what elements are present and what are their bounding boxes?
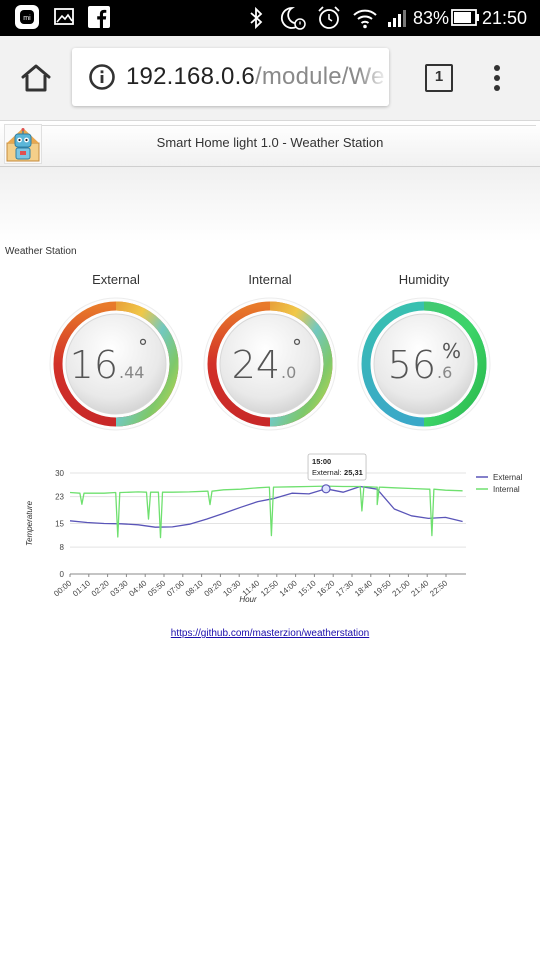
bluetooth-icon <box>250 6 263 30</box>
y-tick-label: 15 <box>55 520 64 529</box>
url-fade <box>359 48 389 106</box>
x-tick-label: 22:50 <box>428 578 450 598</box>
battery-percent: 83% <box>413 8 450 28</box>
temperature-chart[interactable]: 0 8 15 23 30 00:0001:1002:2003:3004:4005:5007… <box>20 448 530 618</box>
x-tick-label: 16:20 <box>315 578 337 598</box>
github-link[interactable]: https://github.com/masterzion/weathersta… <box>0 628 540 639</box>
x-tick-label: 03:30 <box>109 578 131 598</box>
gauge-title-humidity: Humidity <box>398 272 450 287</box>
external-gauge-whole: 16 <box>70 343 118 387</box>
humidity-gauge-fraction: .6 <box>437 363 452 382</box>
overflow-menu-icon[interactable] <box>490 62 504 94</box>
tooltip-value: 25,31 <box>344 468 363 477</box>
mi-app-icon: mi <box>15 5 39 29</box>
x-tick-label: 14:00 <box>278 578 300 598</box>
info-icon[interactable] <box>88 63 116 91</box>
wifi-icon <box>353 9 377 29</box>
x-tick-label: 21:40 <box>409 578 431 598</box>
series-line-internal <box>69 485 463 539</box>
alarm-clock-icon <box>318 6 340 29</box>
facebook-icon <box>88 6 110 28</box>
x-tick-label: 00:00 <box>52 578 74 598</box>
address-bar[interactable]: 192.168.0.6/module/We <box>72 48 389 106</box>
internal-gauge-whole: 24 <box>232 343 280 387</box>
x-tick-label: 21:00 <box>391 578 413 598</box>
battery-icon <box>451 9 479 26</box>
external-gauge-unit: ° <box>138 335 148 359</box>
svg-text:mi: mi <box>23 15 31 22</box>
header-banner <box>0 167 540 242</box>
y-tick-label: 23 <box>55 493 64 502</box>
x-axis-title: Hour <box>239 595 257 604</box>
x-tick-label: 01:10 <box>71 578 93 598</box>
gauge-title-external: External <box>92 272 140 287</box>
tooltip-point-marker <box>321 484 331 494</box>
status-bar: mi 83% 21:50 <box>0 0 540 36</box>
humidity-gauge: 56 .6 % <box>357 297 491 431</box>
humidity-gauge-whole: 56 <box>388 343 436 387</box>
gallery-icon <box>54 8 74 25</box>
tab-switcher-button[interactable]: 1 <box>425 64 453 92</box>
x-tick-label: 09:20 <box>203 578 225 598</box>
legend-label-internal: Internal <box>493 485 520 494</box>
humidity-gauge-unit: % <box>442 339 461 363</box>
browser-toolbar: 192.168.0.6/module/We 1 <box>0 36 540 121</box>
tab-count: 1 <box>434 68 444 85</box>
internal-gauge-fraction: .0 <box>281 363 296 382</box>
page-header: Smart Home light 1.0 - Weather Station <box>0 122 540 167</box>
tooltip-series-label: External: <box>312 468 342 477</box>
section-label: Weather Station <box>5 246 77 257</box>
internal-temperature-gauge: 24 .0 ° <box>203 297 337 431</box>
url-text: 192.168.0.6/module/We <box>126 63 385 91</box>
clock-time: 21:50 <box>482 8 528 28</box>
external-temperature-gauge: 16 .44 ° <box>49 297 183 431</box>
external-gauge-fraction: .44 <box>119 363 144 382</box>
y-axis-title: Temperature <box>25 500 34 546</box>
x-tick-label: 05:50 <box>146 578 168 598</box>
x-tick-label: 07:00 <box>165 578 187 598</box>
signal-strength-icon <box>388 10 406 27</box>
x-tick-label: 04:40 <box>127 578 149 598</box>
home-icon[interactable] <box>20 63 52 93</box>
do-not-disturb-moon-icon <box>280 7 306 30</box>
x-tick-label: 18:40 <box>353 578 375 598</box>
x-tick-label: 19:50 <box>372 578 394 598</box>
x-tick-label: 15:10 <box>297 578 319 598</box>
x-tick-label: 02:20 <box>90 578 112 598</box>
x-tick-label: 17:30 <box>334 578 356 598</box>
header-top-rule <box>4 125 536 126</box>
x-tick-label: 12:50 <box>259 578 281 598</box>
internal-gauge-unit: ° <box>292 335 302 359</box>
tooltip-time: 15:00 <box>312 457 331 466</box>
y-tick-label: 0 <box>60 570 65 579</box>
legend-label-external: External <box>493 473 523 482</box>
x-tick-label: 08:10 <box>184 578 206 598</box>
url-host: 192.168.0.6 <box>126 63 255 90</box>
y-tick-label: 8 <box>60 543 65 552</box>
y-tick-label: 30 <box>55 469 64 478</box>
page-title: Smart Home light 1.0 - Weather Station <box>156 135 384 150</box>
gauge-title-internal: Internal <box>248 272 292 287</box>
